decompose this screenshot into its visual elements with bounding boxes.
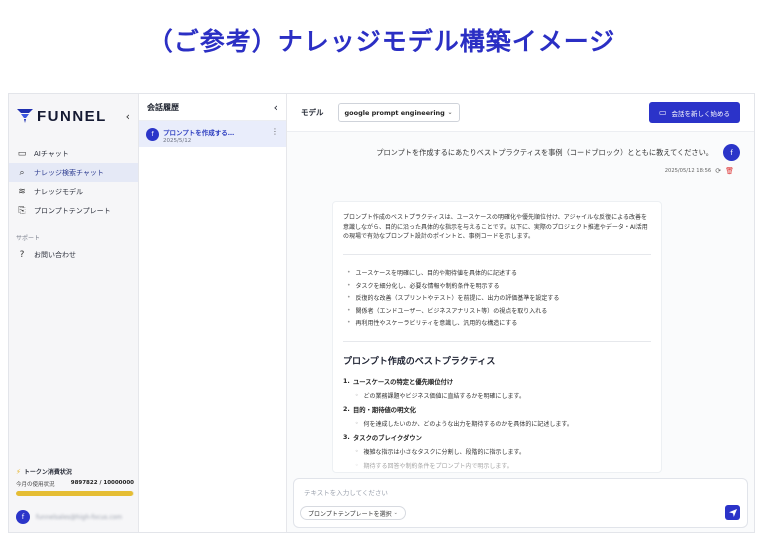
token-usage-bar-fill (16, 491, 133, 496)
logo-row: FUNNEL ‹ (9, 100, 138, 132)
token-usage-label: 今月の使用状況 (16, 482, 55, 488)
sidebar-nav: ▭ AIチャット ⌕ ナレッジ検索チャット ≋ ナレッジモデル ⎘ プロンプトテ… (9, 144, 138, 220)
history-title: 会話履歴 (147, 102, 179, 112)
message-input[interactable] (304, 487, 604, 499)
step-item: 1. ユースケースの特定と優先順位付け (343, 374, 651, 388)
history-item[interactable]: f プロンプトを作成する… 2025/5/12 ⋮ (139, 121, 286, 147)
history-item-date: 2025/5/12 (163, 138, 192, 144)
model-label: モデル (301, 108, 324, 117)
step-detail: 複雑な指示は小さなタスクに分割し、段階的に指示します。 (343, 444, 651, 458)
database-icon: ≋ (18, 186, 26, 197)
step-item: 3. タスクのブレイクダウン (343, 430, 651, 444)
divider (343, 341, 651, 342)
token-usage-bar (16, 491, 134, 496)
more-vertical-icon[interactable]: ⋮ (271, 127, 279, 136)
list-item: 関係者（エンドユーザー、ビジネスアナリスト等）の視点を取り入れる (347, 304, 651, 317)
step-title: 目的・期待値の明文化 (353, 406, 416, 414)
assistant-answer: プロンプト作成のベストプラクティスは、ユースケースの明確化や優先順位付け、アジャ… (332, 201, 662, 473)
divider (343, 253, 651, 255)
sidebar-item-label: ナレッジモデル (34, 187, 83, 196)
answer-intro: プロンプト作成のベストプラクティスは、ユースケースの明確化や優先順位付け、アジャ… (343, 214, 648, 240)
token-usage-row: 今月の使用状況 9897822 / 10000000 (16, 480, 134, 488)
sidebar-item-label: お問い合わせ (34, 250, 76, 259)
step-title: タスクのブレイクダウン (353, 434, 422, 442)
chat-main: モデル google prompt engineering ⌄ ▭ 会話を新しく… (287, 94, 754, 532)
chevron-down-icon: ⌄ (447, 109, 453, 116)
chat-thread[interactable]: プロンプトを作成するにあたりベストプラクティスを事例（コードブロック）とともに教… (287, 132, 754, 478)
sidebar-item-ai-chat[interactable]: ▭ AIチャット (9, 144, 138, 163)
answer-steps: 1.ユースケースの特定と優先順位付け どの業務課題やビジネス価値に直結するかを明… (343, 374, 651, 472)
message-composer: プロンプトテンプレートを選択 ⌄ (293, 478, 748, 528)
sidebar-collapse-button[interactable]: ‹ (126, 110, 130, 123)
conversation-history-panel: 会話履歴 ‹ f プロンプトを作成する… 2025/5/12 ⋮ (139, 94, 287, 532)
step-detail: 何を達成したいのか、どのような出力を期待するのかを具体的に記述します。 (343, 416, 651, 430)
step-detail: 期待する回答や制約条件をプロンプト内で明示します。 (343, 458, 651, 472)
new-chat-button[interactable]: ▭ 会話を新しく始める (648, 102, 740, 123)
answer-heading: プロンプト作成のベストプラクティス (343, 357, 496, 367)
send-button[interactable] (725, 505, 740, 520)
token-title-text: トークン消費状況 (23, 469, 72, 476)
list-item: タスクを細分化し、必要な情報や制約条件を明示する (347, 279, 651, 292)
brand-name: FUNNEL (37, 107, 107, 125)
model-select-value: google prompt engineering (344, 108, 445, 117)
refresh-icon[interactable]: ⟳ (715, 167, 721, 175)
user-message-text: プロンプトを作成するにあたりベストプラクティスを事例（コードブロック）とともに教… (376, 147, 713, 157)
sidebar-item-label: プロンプトテンプレート (34, 206, 111, 215)
trash-icon[interactable]: 🗑 (725, 167, 734, 175)
sidebar-item-contact[interactable]: ? お問い合わせ (9, 245, 138, 264)
sidebar-item-knowledge-search-chat[interactable]: ⌕ ナレッジ検索チャット (9, 163, 138, 182)
token-usage-panel: ⚡ トークン消費状況 今月の使用状況 9897822 / 10000000 (16, 467, 134, 496)
token-usage-value: 9897822 / 10000000 (70, 480, 134, 486)
prompt-template-select[interactable]: プロンプトテンプレートを選択 ⌄ (300, 506, 406, 520)
document-icon: ⎘ (18, 205, 26, 216)
token-title: ⚡ トークン消費状況 (16, 467, 134, 477)
step-item: 2. 目的・期待値の明文化 (343, 402, 651, 416)
user-message: プロンプトを作成するにあたりベストプラクティスを事例（コードブロック）とともに教… (287, 132, 754, 161)
list-item: 反復的な改善（スプリントやテスト）を前提に、出力の評価基準を設定する (347, 292, 651, 305)
history-header: 会話履歴 ‹ (139, 94, 286, 121)
chat-bubble-icon: ▭ (17, 148, 27, 159)
funnel-logo-icon (17, 109, 33, 123)
chat-topbar: モデル google prompt engineering ⌄ ▭ 会話を新しく… (287, 94, 754, 132)
new-chat-label: 会話を新しく始める (671, 109, 731, 118)
answer-bullets: ユースケースを明確にし、目的や期待値を具体的に記述する タスクを細分化し、必要な… (343, 267, 651, 330)
step-number: 3. (343, 433, 350, 441)
step-number: 2. (343, 405, 350, 413)
history-item-text: プロンプトを作成する… 2025/5/12 (163, 127, 271, 144)
history-item-title: プロンプトを作成する… (163, 129, 235, 137)
sidebar: FUNNEL ‹ ▭ AIチャット ⌕ ナレッジ検索チャット ≋ ナレッジモデル… (9, 94, 139, 532)
user-email: funnelsales@high-focus.com (36, 513, 123, 521)
message-timestamp: 2025/05/12 18:56 (664, 168, 712, 174)
list-item: 再利用性やスケーラビリティを意識し、汎用的な構造にする (347, 317, 651, 330)
avatar: f (146, 128, 159, 141)
chevron-left-icon[interactable]: ‹ (274, 101, 278, 114)
step-detail: どの業務課題やビジネス価値に直結するかを明確にします。 (343, 388, 651, 402)
lightning-icon: ⚡ (16, 467, 21, 476)
user-account[interactable]: f funnelsales@high-focus.com (16, 510, 122, 524)
support-section-label: サポート (16, 235, 41, 242)
list-item: ユースケースを明確にし、目的や期待値を具体的に記述する (347, 267, 651, 280)
app-window: FUNNEL ‹ ▭ AIチャット ⌕ ナレッジ検索チャット ≋ ナレッジモデル… (8, 93, 755, 533)
chat-bubble-icon: ▭ (658, 108, 667, 117)
sidebar-item-prompt-template[interactable]: ⎘ プロンプトテンプレート (9, 201, 138, 220)
search-icon: ⌕ (19, 167, 25, 178)
step-title: ユースケースの特定と優先順位付け (353, 378, 454, 386)
sidebar-item-label: AIチャット (34, 149, 69, 158)
model-select[interactable]: google prompt engineering ⌄ (337, 103, 460, 122)
page-title: （ご参考）ナレッジモデル構築イメージ (147, 27, 616, 56)
prompt-template-label: プロンプトテンプレートを選択 (308, 510, 392, 518)
sidebar-item-label: ナレッジ検索チャット (34, 168, 104, 177)
avatar: f (723, 144, 740, 161)
sidebar-item-knowledge-model[interactable]: ≋ ナレッジモデル (9, 182, 138, 201)
message-meta: 2025/05/12 18:56 ⟳ 🗑 (287, 161, 754, 175)
send-icon (728, 508, 737, 517)
step-number: 1. (343, 377, 350, 385)
avatar: f (16, 510, 30, 524)
chevron-down-icon: ⌄ (393, 510, 398, 516)
help-circle-icon: ? (19, 249, 25, 260)
